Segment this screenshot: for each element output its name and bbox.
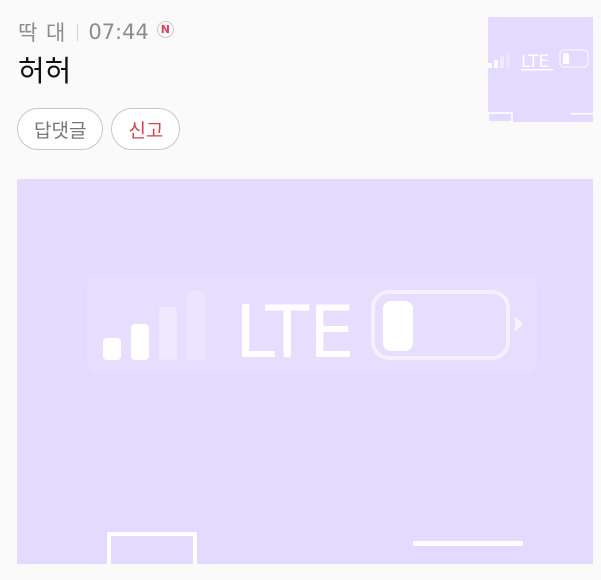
signal-bar-2	[131, 324, 149, 360]
reply-button[interactable]: 답댓글	[17, 108, 104, 150]
attachment-thumbnail[interactable]: LTE	[488, 17, 593, 122]
comment-item: 딱 대 07:44 N 허허 답댓글 신고 LTE LTE	[0, 0, 601, 580]
battery-level-icon	[383, 301, 413, 351]
signal-bar-4	[187, 291, 205, 360]
comment-actions: 답댓글 신고	[17, 108, 188, 150]
status-bar-screenshot-graphic: LTE	[87, 274, 537, 564]
comment-body: 허허	[18, 54, 72, 88]
signal-bar-3	[159, 307, 177, 360]
new-badge-icon: N	[156, 20, 174, 38]
attachment-image[interactable]: LTE	[17, 179, 593, 564]
comment-time: 07:44	[88, 20, 149, 44]
signal-bar-1	[103, 338, 121, 360]
status-bar-thumbnail-graphic: LTE	[488, 49, 593, 122]
report-button[interactable]: 신고	[111, 108, 181, 150]
comment-meta: 딱 대 07:44 N	[18, 17, 174, 47]
comment-author[interactable]: 딱 대	[18, 17, 66, 47]
network-type-label: LTE	[235, 290, 355, 374]
meta-divider	[77, 23, 79, 41]
